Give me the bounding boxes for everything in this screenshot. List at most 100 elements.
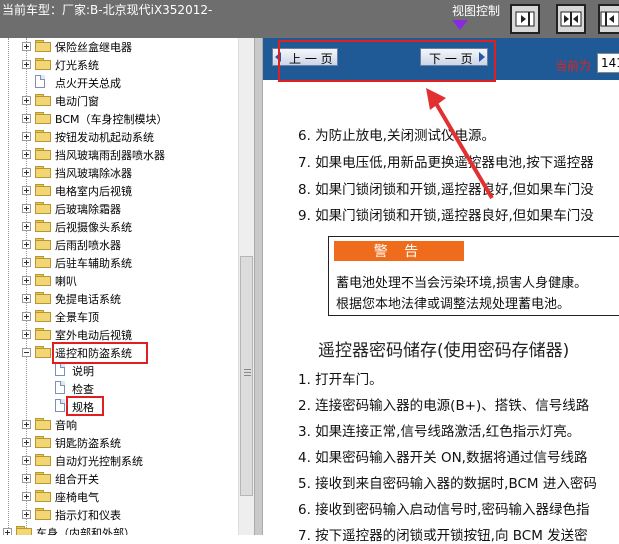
expand-icon[interactable] — [22, 474, 31, 483]
tree-highlight-box — [52, 342, 148, 364]
tree-folder-item[interactable]: 室外电动后视镜 — [0, 325, 236, 343]
doc-line: 2. 连接密码输入器的电源(B+)、搭铁、信号线路 — [298, 398, 590, 414]
expand-icon[interactable] — [22, 186, 31, 195]
folder-icon — [35, 292, 51, 304]
tree-folder-item[interactable]: 后雨刮喷水器 — [0, 235, 236, 253]
view-right-panel-button[interactable] — [598, 4, 619, 34]
tree-item-label: 按钮发动机起动系统 — [55, 131, 154, 144]
expand-icon[interactable] — [22, 132, 31, 141]
tree-folder-item[interactable]: 按钮发动机起动系统 — [0, 127, 236, 145]
expand-icon[interactable] — [22, 420, 31, 429]
expand-icon[interactable] — [22, 114, 31, 123]
tree-item-label: 后驻车辅助系统 — [55, 257, 132, 270]
doc-line: 7. 按下遥控器的闭锁或开锁按钮,向 BCM 发送密 — [298, 528, 588, 544]
tree-doc-item[interactable]: 规格 — [0, 397, 236, 415]
tree-folder-item[interactable]: 挡风玻璃除冰器 — [0, 163, 236, 181]
folder-icon — [35, 274, 51, 286]
tree-item-label: 挡风玻璃雨刮器喷水器 — [55, 149, 165, 162]
tree-folder-item[interactable]: 喇叭 — [0, 271, 236, 289]
view-right-panel-icon — [600, 11, 619, 27]
folder-icon — [35, 148, 51, 160]
tree-item-label: 钥匙防盗系统 — [55, 437, 121, 450]
section-title: 遥控器密码储存(使用密码存储器) — [318, 341, 570, 361]
tree-item-label: 灯光系统 — [55, 59, 99, 72]
expand-icon[interactable] — [22, 150, 31, 159]
expand-icon[interactable] — [22, 204, 31, 213]
tree-folder-item[interactable]: 自动灯光控制系统 — [0, 451, 236, 469]
tree-folder-item[interactable]: BCM（车身控制模块） — [0, 109, 236, 127]
tree-item-label: 后雨刮喷水器 — [55, 239, 121, 252]
expand-icon[interactable] — [22, 42, 31, 51]
expand-icon[interactable] — [22, 240, 31, 249]
tree-folder-item[interactable]: 保险丝盒继电器 — [0, 38, 236, 55]
view-left-panel-button[interactable] — [510, 4, 540, 34]
view-control-triangle-icon[interactable] — [452, 20, 468, 30]
expand-icon[interactable] — [22, 222, 31, 231]
tree-item-label: 挡风玻璃除冰器 — [55, 167, 132, 180]
expand-icon[interactable] — [22, 60, 31, 69]
view-split-icon — [560, 11, 582, 27]
tree-folder-item[interactable]: 组合开关 — [0, 469, 236, 487]
folder-icon — [35, 40, 51, 52]
tree-folder-item[interactable]: 后驻车辅助系统 — [0, 253, 236, 271]
tree-item-label: 车身（内部和外部） — [36, 527, 135, 535]
folder-icon — [35, 436, 51, 448]
expand-icon[interactable] — [22, 510, 31, 519]
tree-folder-item[interactable]: 钥匙防盗系统 — [0, 433, 236, 451]
tree-item-label: 电格室内后视镜 — [55, 185, 132, 198]
expand-icon[interactable] — [22, 168, 31, 177]
tree-folder-item[interactable]: 免提电话系统 — [0, 289, 236, 307]
spec-highlight-box — [66, 396, 104, 416]
scroll-grip — [244, 372, 251, 373]
current-page-field[interactable]: 141 — [597, 53, 619, 73]
tree-folder-item[interactable]: 指示灯和仪表 — [0, 505, 236, 523]
folder-icon — [35, 94, 51, 106]
expand-icon[interactable] — [22, 258, 31, 267]
tree-scrollbar[interactable] — [238, 38, 255, 535]
folder-icon — [16, 526, 32, 535]
doc-line: 9. 如果门锁闭锁和开锁,遥控器良好,但如果车门没 — [298, 208, 594, 224]
pane-splitter[interactable] — [254, 38, 263, 535]
tree-folder-item[interactable]: 后视摄像头系统 — [0, 217, 236, 235]
annotation-arrow-icon — [426, 88, 494, 200]
expand-icon[interactable] — [22, 312, 31, 321]
view-split-button[interactable] — [556, 4, 586, 34]
expand-icon[interactable] — [3, 528, 12, 535]
tree-folder-item[interactable]: 后玻璃除霜器 — [0, 199, 236, 217]
folder-icon — [35, 58, 51, 70]
expand-icon[interactable] — [22, 492, 31, 501]
folder-icon — [35, 238, 51, 250]
tree-folder-item[interactable]: 挡风玻璃雨刮器喷水器 — [0, 145, 236, 163]
tree-folder-item[interactable]: 灯光系统 — [0, 55, 236, 73]
tree-item-label: 后玻璃除霜器 — [55, 203, 121, 216]
doc-line: 5. 接收到来自密码输入器的数据时,BCM 进入密码 — [298, 476, 597, 492]
tree-doc-item[interactable]: 检查 — [0, 379, 236, 397]
tree-folder-item[interactable]: 车身（内部和外部） — [0, 523, 236, 535]
tree-folder-item[interactable]: 电动门窗 — [0, 91, 236, 109]
tree-folder-item[interactable]: 电格室内后视镜 — [0, 181, 236, 199]
document-icon — [55, 399, 65, 412]
tree-folder-item[interactable]: 座椅电气 — [0, 487, 236, 505]
view-left-panel-icon — [515, 11, 535, 27]
tree-item-label: 电动门窗 — [55, 95, 99, 108]
tree-scrollbar-thumb[interactable] — [240, 256, 253, 496]
tree-item-label: BCM（车身控制模块） — [55, 113, 168, 126]
expand-icon[interactable] — [22, 276, 31, 285]
tree-item-label: 检查 — [72, 383, 94, 396]
tree-item-label: 全景车顶 — [55, 311, 99, 324]
expand-icon[interactable] — [22, 330, 31, 339]
tree-item-label: 保险丝盒继电器 — [55, 41, 132, 54]
tree-item-label: 室外电动后视镜 — [55, 329, 132, 342]
folder-icon — [35, 220, 51, 232]
folder-icon — [35, 328, 51, 340]
collapse-icon[interactable] — [22, 348, 31, 357]
document-icon — [35, 75, 45, 88]
tree-folder-item[interactable]: 全景车顶 — [0, 307, 236, 325]
tree-folder-item[interactable]: 音响 — [0, 415, 236, 433]
expand-icon[interactable] — [22, 438, 31, 447]
expand-icon[interactable] — [22, 96, 31, 105]
tree-doc-item[interactable]: 点火开关总成 — [0, 73, 236, 91]
expand-icon[interactable] — [22, 456, 31, 465]
expand-icon[interactable] — [22, 294, 31, 303]
tree-item-label: 组合开关 — [55, 473, 99, 486]
